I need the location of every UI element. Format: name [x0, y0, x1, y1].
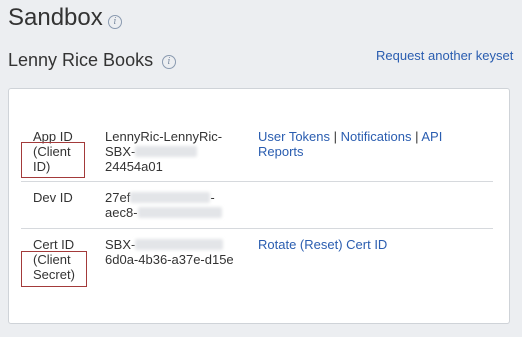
cert-id-value: SBX- 6d0a-4b36-a37e-d15e	[105, 237, 234, 267]
client-id-highlight-box	[21, 142, 85, 178]
cert-id-row: Cert ID (Client Secret) SBX- 6d0a-4b36-a…	[21, 237, 493, 285]
request-keyset-link[interactable]: Request another keyset	[376, 48, 513, 63]
client-secret-highlight-box	[21, 251, 87, 287]
app-id-value: LennyRic-LennyRic- SBX- 24454a01	[105, 129, 223, 174]
notifications-link[interactable]: Notifications	[341, 129, 412, 144]
dev-id-label: Dev ID	[33, 190, 73, 205]
info-icon[interactable]: i	[108, 15, 122, 29]
row-divider	[21, 181, 493, 182]
rotate-cert-id-link[interactable]: Rotate (Reset) Cert ID	[258, 237, 387, 252]
row-divider	[21, 228, 493, 229]
redacted-value	[135, 146, 198, 157]
dev-id-row: Dev ID 27ef - aec8-	[21, 190, 493, 220]
redacted-value	[130, 192, 211, 203]
redacted-value	[135, 239, 224, 250]
app-name: Lenny Rice Books	[8, 50, 154, 70]
app-id-actions: User Tokens | Notifications | API Report…	[258, 129, 443, 159]
dev-id-value: 27ef - aec8-	[105, 190, 245, 220]
keyset-card: App ID (Client ID) LennyRic-LennyRic- SB…	[8, 88, 510, 324]
user-tokens-link[interactable]: User Tokens	[258, 129, 330, 144]
app-id-row: App ID (Client ID) LennyRic-LennyRic- SB…	[21, 129, 493, 177]
cert-id-actions: Rotate (Reset) Cert ID	[258, 237, 488, 252]
redacted-value	[137, 207, 222, 218]
info-icon[interactable]: i	[162, 55, 176, 69]
page-title: Sandbox	[8, 4, 103, 31]
